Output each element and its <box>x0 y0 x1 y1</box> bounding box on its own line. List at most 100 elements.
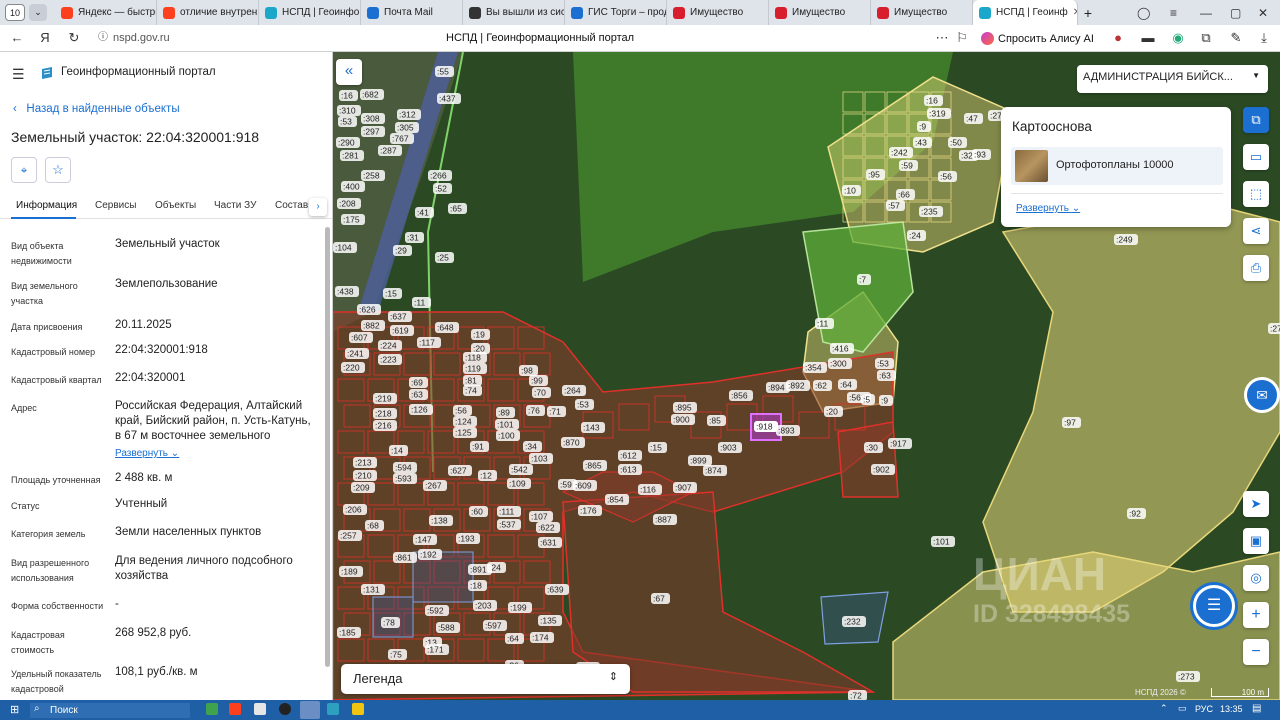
parcel-label[interactable]: :60 <box>469 506 488 517</box>
parcel-label[interactable]: :15 <box>648 442 667 453</box>
bookmark-icon[interactable]: ⚐ <box>954 30 970 46</box>
parcel-label[interactable]: :218 <box>373 408 397 419</box>
parcel-label[interactable]: :18 <box>468 580 487 591</box>
parcel-label[interactable]: :75 <box>388 649 407 660</box>
parcel-label[interactable]: :43 <box>913 137 932 148</box>
parcel-label[interactable]: :174 <box>530 632 554 643</box>
parcel-label[interactable]: :89 <box>496 407 515 418</box>
parcel-label[interactable]: :98 <box>519 365 538 376</box>
app-icon[interactable] <box>206 703 218 715</box>
parcel-label[interactable]: :64 <box>838 379 857 390</box>
parcel-label[interactable]: :607 <box>349 332 373 343</box>
browser-tab[interactable]: Имущество <box>667 0 769 25</box>
parcel-label[interactable]: :50 <box>948 137 967 148</box>
parcel-label[interactable]: :220 <box>341 362 365 373</box>
downloads-icon[interactable]: ⤓ <box>1256 30 1272 46</box>
print-button[interactable]: ⎙ <box>1243 255 1269 281</box>
screenshot-icon[interactable]: ✎ <box>1228 30 1244 46</box>
extension-icon[interactable]: ▬ <box>1140 30 1156 46</box>
parcel-label[interactable]: :57 <box>886 200 905 211</box>
parcel-label[interactable]: :175 <box>341 214 365 225</box>
parcel-label[interactable]: :70 <box>532 387 551 398</box>
parcel-label[interactable]: :223 <box>378 354 402 365</box>
parcel-label[interactable]: :861 <box>393 552 417 563</box>
parcel-label[interactable]: :400 <box>341 181 365 192</box>
parcel-label[interactable]: :900 <box>671 414 695 425</box>
parcel-label[interactable]: :907 <box>673 482 697 493</box>
extension-icon[interactable]: ◉ <box>1170 30 1186 46</box>
parcel-label[interactable]: :10 <box>842 185 861 196</box>
browser-tab[interactable]: Почта Mail <box>361 0 463 25</box>
tab-count[interactable]: 10 <box>5 4 25 21</box>
back-to-results-link[interactable]: ‹ Назад в найденные объекты <box>13 103 180 115</box>
yandex-app-icon[interactable] <box>229 703 241 715</box>
parcel-label[interactable]: :416 <box>830 343 854 354</box>
reload-icon[interactable]: ↻ <box>66 30 82 46</box>
parcel-label[interactable]: :68 <box>365 520 384 531</box>
tray-arrow-icon[interactable]: ⌃ <box>1160 703 1168 714</box>
close-icon[interactable]: ✕ <box>1258 0 1268 25</box>
parcel-label[interactable]: :62 <box>813 380 832 391</box>
favorite-button[interactable]: ☆ <box>45 157 71 183</box>
parcel-label[interactable]: :19 <box>471 329 490 340</box>
parcel-label[interactable]: :143 <box>581 422 605 433</box>
parcel-label[interactable]: :899 <box>688 455 712 466</box>
parcel-label[interactable]: :438 <box>335 286 359 297</box>
parcel-label[interactable]: :16 <box>924 95 943 106</box>
share-button[interactable]: ⋖ <box>1243 218 1269 244</box>
parcel-label[interactable]: :72 <box>848 690 867 700</box>
parcel-label[interactable]: :300 <box>828 358 852 369</box>
parcel-label[interactable]: :71 <box>547 406 566 417</box>
parcel-label[interactable]: :216 <box>373 420 397 431</box>
url-field[interactable]: nspd.gov.ru <box>113 32 170 44</box>
parcel-label[interactable]: :185 <box>337 627 361 638</box>
folder-icon[interactable] <box>352 703 364 715</box>
windows-start-icon[interactable]: ⊞ <box>10 703 19 716</box>
app-icon[interactable] <box>327 703 339 715</box>
parcel-label[interactable]: :14 <box>389 445 408 456</box>
parcel-label[interactable]: :47 <box>964 113 983 124</box>
parcel-label[interactable]: :874 <box>703 465 727 476</box>
parcel-label[interactable]: :271 <box>1268 323 1280 334</box>
parcel-label[interactable]: :12 <box>478 470 497 481</box>
parcel-label[interactable]: :312 <box>397 109 421 120</box>
panel-scrollbar[interactable] <box>325 227 330 667</box>
parcel-label[interactable]: :56 <box>453 405 472 416</box>
parcel-label[interactable]: :622 <box>536 522 560 533</box>
parcel-label[interactable]: :125 <box>453 427 477 438</box>
parcel-label[interactable]: :116 <box>638 484 662 495</box>
parcel-label[interactable]: :287 <box>378 145 402 156</box>
browser-tab[interactable]: отличие внутрен <box>157 0 259 25</box>
parcel-label[interactable]: :612 <box>618 450 642 461</box>
parcel-label[interactable]: :319 <box>927 108 951 119</box>
parcel-label[interactable]: :592 <box>425 605 449 616</box>
browser-tab[interactable]: НСПД | Геоинф✕ <box>973 0 1078 25</box>
parcel-label[interactable]: :69 <box>409 377 428 388</box>
parcel-label[interactable]: :59 <box>899 160 918 171</box>
parcel-label[interactable]: :594 <box>393 462 417 473</box>
parcel-label[interactable]: :249 <box>1114 234 1138 245</box>
parcel-label[interactable]: :52 <box>433 183 452 194</box>
menu-icon[interactable]: ≡ <box>1170 0 1177 25</box>
parcel-label[interactable]: :95 <box>866 169 885 180</box>
list-menu-button[interactable]: ☰ <box>1193 585 1235 627</box>
parcel-label[interactable]: :902 <box>871 464 895 475</box>
parcel-label[interactable]: :78 <box>381 617 400 628</box>
parcel-label[interactable]: :895 <box>673 402 697 413</box>
parcel-label[interactable]: :354 <box>803 362 827 373</box>
parcel-label[interactable]: :126 <box>409 404 433 415</box>
profile-icon[interactable]: ◯ <box>1137 0 1150 25</box>
parcel-label[interactable]: :241 <box>345 348 369 359</box>
parcel-label[interactable]: :542 <box>509 464 533 475</box>
parcel-label[interactable]: :206 <box>343 504 367 515</box>
parcel-label[interactable]: :74 <box>463 385 482 396</box>
language-indicator[interactable]: РУС <box>1195 704 1213 714</box>
parcel-label[interactable]: :97 <box>1062 417 1081 428</box>
parcel-label[interactable]: :31 <box>405 232 424 243</box>
basemap-expand-link[interactable]: Развернуть ⌄ <box>1016 203 1080 214</box>
parcel-label[interactable]: :887 <box>653 514 677 525</box>
parcel-label[interactable]: :308 <box>361 113 385 124</box>
parcel-label[interactable]: :107 <box>529 511 553 522</box>
basemap-item[interactable]: Ортофотопланы 10000 <box>1011 147 1223 185</box>
parcel-label[interactable]: :893 <box>776 425 800 436</box>
